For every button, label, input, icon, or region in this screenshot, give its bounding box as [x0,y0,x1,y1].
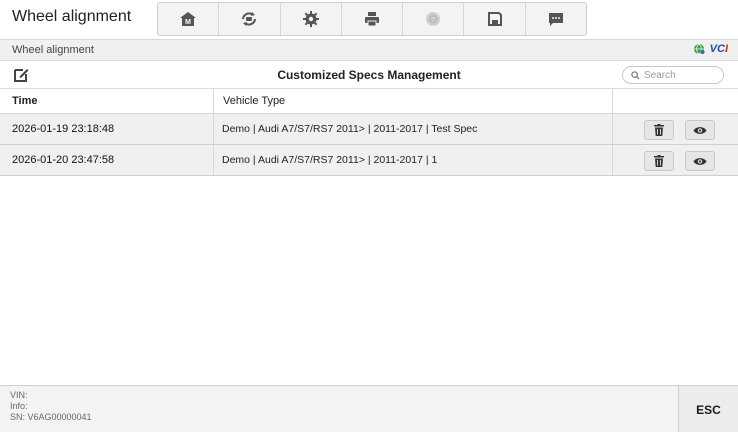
vin-label: VIN: [10,390,28,400]
breadcrumb: Wheel alignment [12,44,94,56]
vehicle-info: VIN: Info: SN: V6AG00000041 [10,390,92,423]
column-divider [612,89,613,113]
footer-bar: VIN: Info: SN: V6AG00000041 ESC [0,385,738,432]
table-row[interactable]: 2026-01-20 23:47:58 Demo | Audi A7/S7/RS… [0,145,738,176]
search-box[interactable] [622,66,724,84]
save-icon [487,12,502,26]
vehicle-swap-icon [242,12,257,26]
svg-text:?: ? [431,17,435,24]
column-divider [612,114,613,144]
column-header-time: Time [12,95,38,107]
row-vehicle-type: Demo | Audi A7/S7/RS7 2011> | 2011-2017 … [222,154,438,166]
delete-button[interactable] [644,151,674,171]
breadcrumb-bar: Wheel alignment VCI [0,40,738,61]
trash-icon [654,124,664,136]
column-divider [213,89,214,113]
help-button[interactable]: ? [403,3,465,35]
eye-icon [693,126,707,134]
print-button[interactable] [342,3,404,35]
esc-button[interactable]: ESC [678,386,738,432]
connection-globe-icon [693,43,705,55]
table-header: Time Vehicle Type [0,89,738,114]
settings-button[interactable] [281,3,342,35]
eye-icon [693,157,707,165]
vehicle-swap-button[interactable] [219,3,281,35]
view-button[interactable] [685,120,715,140]
title-bar: Customized Specs Management [0,61,738,89]
row-time: 2026-01-19 23:18:48 [12,123,115,135]
view-button[interactable] [685,151,715,171]
settings-gear-icon [302,11,319,27]
message-button[interactable] [526,3,586,35]
empty-content-area [0,177,738,385]
vci-status: VCI [693,43,728,55]
row-time: 2026-01-20 23:47:58 [12,154,115,166]
app-title: Wheel alignment [12,8,132,25]
svg-text:M: M [185,19,191,26]
trash-icon [654,155,664,167]
column-divider [612,145,613,175]
main-toolbar: M ? [157,2,587,36]
message-icon [548,13,563,26]
column-divider [213,145,214,175]
home-icon: M [180,12,197,26]
table-row[interactable]: 2026-01-19 23:18:48 Demo | Audi A7/S7/RS… [0,114,738,145]
save-button[interactable] [464,3,526,35]
specs-table: Time Vehicle Type 2026-01-19 23:18:48 De… [0,89,738,176]
column-header-vehicle-type: Vehicle Type [223,95,286,107]
delete-button[interactable] [644,120,674,140]
serial-number: SN: V6AG00000041 [10,412,92,422]
column-divider [213,114,214,144]
help-icon: ? [426,12,441,26]
info-label: Info: [10,401,28,411]
search-icon [631,70,640,80]
home-button[interactable]: M [158,3,220,35]
row-vehicle-type: Demo | Audi A7/S7/RS7 2011> | 2011-2017 … [222,123,478,135]
vci-label: VCI [709,43,728,55]
printer-icon [364,12,379,27]
top-bar: Wheel alignment M ? [0,0,738,40]
search-input[interactable] [644,69,714,81]
